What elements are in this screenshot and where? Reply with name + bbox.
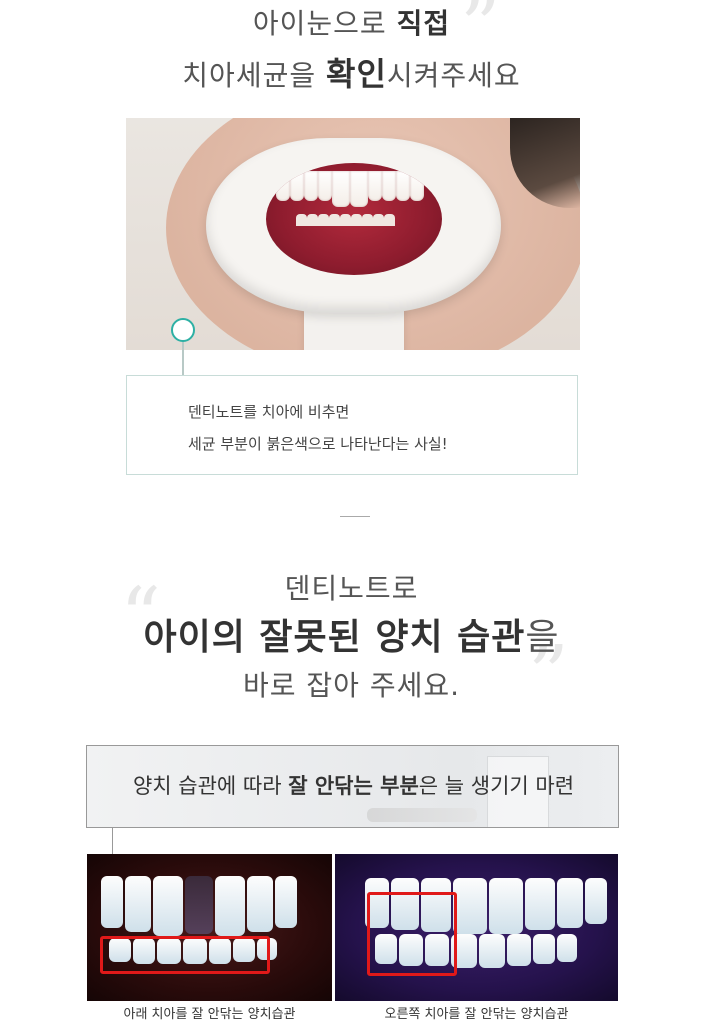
heading-line2-bold: 확인 [326, 55, 387, 93]
toothbrush-shape [367, 808, 477, 822]
section2-heading: 덴티노트로 아이의 잘못된 양치 습관을 바로 잡아 주세요. [0, 568, 703, 706]
lower-teeth-photo [87, 854, 332, 1001]
section2-line2: 아이의 잘못된 양치 습관을 [0, 610, 703, 666]
section2-line3: 바로 잡아 주세요. [242, 669, 461, 702]
section1-heading: 아이눈으로 직접 치아세균을 확인시켜주세요 [0, 4, 703, 96]
description-line1: 덴티노트를 치아에 비추면 [188, 403, 350, 421]
pin-circle-icon [171, 318, 195, 342]
highlight-box-right [367, 892, 457, 976]
heading-line1-bold: 직접 [396, 7, 451, 40]
heading-line1: 아이눈으로 직접 [0, 4, 703, 44]
teeth-photo [126, 118, 580, 350]
section-divider [340, 516, 370, 517]
upper-teeth-row [101, 876, 299, 936]
right-teeth-photo [335, 854, 618, 1001]
pin-connector-line [182, 340, 184, 376]
banner-text-pre: 양치 습관에 따라 [132, 774, 289, 798]
heading-line2-text: 치아세균을 [182, 59, 326, 92]
heading-line1-text: 아이눈으로 [252, 7, 397, 40]
mouth [266, 163, 442, 275]
section2-line2-post: 을 [525, 617, 560, 658]
upper-teeth [276, 171, 432, 211]
heading-line2: 치아세균을 확인시켜주세요 [0, 52, 703, 96]
caption-right: 오른쪽 치아를 잘 안닦는 양치습관 [384, 1007, 569, 1022]
section2-line1: 덴티노트로 [284, 572, 419, 605]
lower-teeth [296, 211, 412, 226]
habit-banner: 양치 습관에 따라 잘 안닦는 부분은 늘 생기기 마련 [86, 745, 619, 828]
description-line2: 세균 부분이 붉은색으로 나타난다는 사실! [188, 435, 448, 453]
banner-text-bold: 잘 안닦는 부분 [288, 774, 419, 798]
section2-line2-bold: 아이의 잘못된 양치 습관 [143, 617, 526, 658]
banner-connector-line [112, 828, 113, 854]
banner-text: 양치 습관에 따라 잘 안닦는 부분은 늘 생기기 마련 [87, 770, 618, 800]
quote-close-icon: ” [460, 0, 501, 73]
banner-text-post: 은 늘 생기기 마련 [418, 774, 575, 798]
highlight-box-lower [100, 936, 270, 974]
caption-left: 아래 치아를 잘 안닦는 양치습관 [123, 1007, 296, 1022]
description-text: 덴티노트를 치아에 비추면 세균 부분이 붉은색으로 나타난다는 사실! [188, 396, 448, 460]
